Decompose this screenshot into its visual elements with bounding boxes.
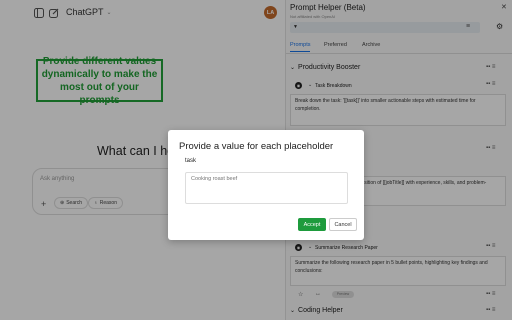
task-value-input[interactable]	[185, 172, 348, 204]
placeholder-dialog: Provide a value for each placeholder tas…	[168, 130, 364, 240]
accept-button[interactable]: Accept	[298, 218, 326, 231]
field-label: task	[185, 158, 197, 164]
cancel-button[interactable]: Cancel	[329, 218, 357, 231]
dialog-title: Provide a value for each placeholder	[179, 141, 334, 152]
